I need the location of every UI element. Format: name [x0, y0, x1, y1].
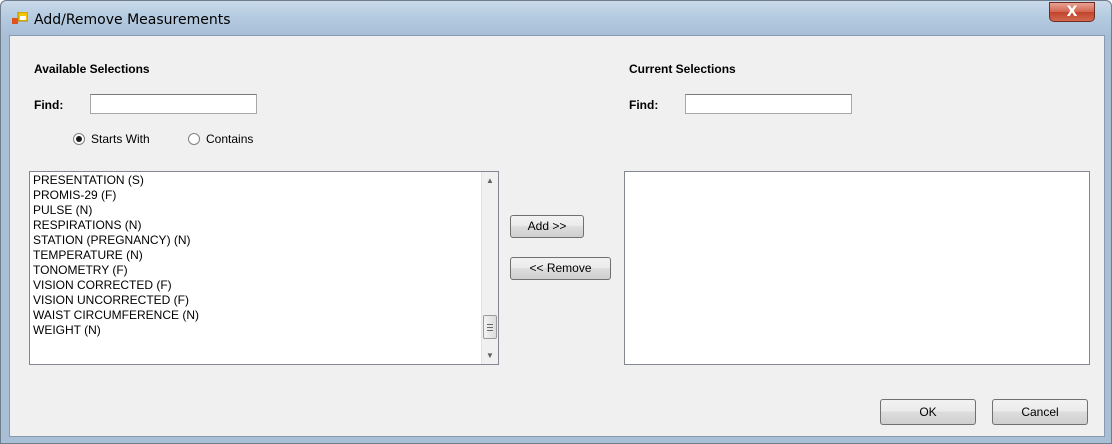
list-item[interactable]: WAIST CIRCUMFERENCE (N)	[30, 308, 480, 323]
close-icon: X	[1066, 4, 1078, 20]
dialog-window: Add/Remove Measurements X Available Sele…	[0, 0, 1112, 444]
current-list[interactable]	[624, 171, 1090, 365]
list-item[interactable]: VISION CORRECTED (F)	[30, 278, 480, 293]
dialog-client-area: Available Selections Find: Starts With C…	[9, 35, 1105, 437]
grip-line	[487, 327, 493, 328]
window-title: Add/Remove Measurements	[34, 12, 231, 28]
add-button[interactable]: Add >>	[510, 215, 584, 238]
contains-label[interactable]: Contains	[206, 132, 253, 146]
current-find-label: Find:	[629, 98, 659, 112]
list-item[interactable]: WEIGHT (N)	[30, 323, 480, 338]
starts-with-label[interactable]: Starts With	[91, 132, 150, 146]
scroll-up-arrow-icon[interactable]: ▲	[482, 172, 498, 189]
scroll-down-arrow-icon[interactable]: ▼	[482, 347, 498, 364]
list-item[interactable]: TEMPERATURE (N)	[30, 248, 480, 263]
starts-with-radio[interactable]	[73, 133, 85, 145]
available-find-input[interactable]	[90, 94, 257, 114]
available-selections-heading: Available Selections	[34, 62, 150, 76]
available-find-label: Find:	[34, 98, 64, 112]
list-item[interactable]: PROMIS-29 (F)	[30, 188, 480, 203]
app-icon	[12, 12, 28, 24]
list-item[interactable]: VISION UNCORRECTED (F)	[30, 293, 480, 308]
close-button[interactable]: X	[1049, 2, 1095, 22]
list-item[interactable]: STATION (PREGNANCY) (N)	[30, 233, 480, 248]
list-item[interactable]: PULSE (N)	[30, 203, 480, 218]
title-bar[interactable]: Add/Remove Measurements X	[1, 1, 1111, 35]
grip-line	[487, 324, 493, 325]
list-item[interactable]: RESPIRATIONS (N)	[30, 218, 480, 233]
current-selections-heading: Current Selections	[629, 62, 736, 76]
contains-radio[interactable]	[188, 133, 200, 145]
available-list-scrollbar[interactable]: ▲ ▼	[481, 172, 498, 364]
grip-line	[487, 330, 493, 331]
cancel-button[interactable]: Cancel	[992, 399, 1088, 425]
list-item[interactable]: TONOMETRY (F)	[30, 263, 480, 278]
available-items-container: PRESENTATION (S) PROMIS-29 (F) PULSE (N) RE…	[30, 173, 480, 338]
remove-button[interactable]: << Remove	[510, 257, 611, 280]
list-item[interactable]: PRESENTATION (S)	[30, 173, 480, 188]
ok-button[interactable]: OK	[880, 399, 976, 425]
available-list[interactable]: PRESENTATION (S) PROMIS-29 (F) PULSE (N) RE…	[29, 171, 499, 365]
scroll-thumb[interactable]	[483, 315, 497, 339]
current-find-input[interactable]	[685, 94, 852, 114]
